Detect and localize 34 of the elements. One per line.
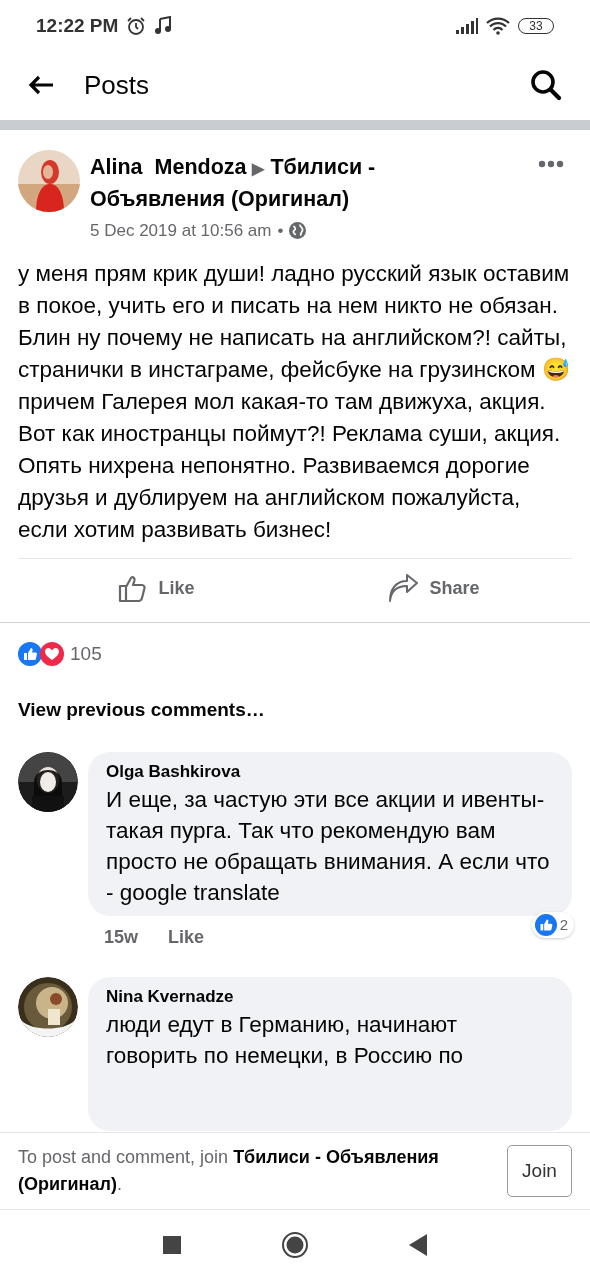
back-icon[interactable] bbox=[409, 1234, 427, 1256]
view-previous-comments-link[interactable]: View previous comments… bbox=[18, 698, 265, 720]
commenter-name[interactable]: Nina Kvernadze bbox=[106, 985, 554, 1009]
search-icon[interactable] bbox=[530, 69, 562, 101]
comment-time: 15w bbox=[104, 926, 139, 949]
like-reaction-icon bbox=[18, 642, 42, 666]
back-arrow-icon[interactable] bbox=[28, 75, 54, 95]
comment-text: И еще, за частую эти все акции и ивенты-такая пурга. Так что рекомендую вам просто не обращать внимания. А если что - google translate bbox=[106, 786, 551, 907]
wifi-icon bbox=[486, 17, 510, 35]
comment-reaction-badge[interactable]: 2 bbox=[531, 911, 574, 938]
status-time: 12:22 PM bbox=[36, 13, 119, 38]
like-button[interactable]: Like bbox=[18, 558, 295, 618]
separator-dot: • bbox=[277, 220, 284, 242]
like-reaction-icon bbox=[534, 913, 557, 936]
post-text: у меня прям крик души! ладно русский язык оставим в покое, учить его и писать на нем никто не обязан. Блин ну почему не написать на английском?! сайты, странички в инстаграме, фейсбуке на грузинском 😅 причем Галерея мол какая-то там движуха, акция. Вот как иностранцы поймут?! Реклама суши, акция. Опять нихрена непонятно. Развиваемся дорогие друзья и дублируем на английском пожалуйста, если хотим развивать бизнес! bbox=[17, 259, 571, 544]
thumbs-up-icon bbox=[118, 573, 149, 603]
share-button[interactable]: Share bbox=[295, 558, 572, 618]
love-reaction-icon bbox=[40, 642, 64, 666]
commenter-name[interactable]: Olga Bashkirova bbox=[106, 760, 554, 784]
alarm-icon bbox=[126, 16, 147, 36]
join-prompt-text: To post and comment, join Тбилиси - Объявления (Оригинал). bbox=[18, 1146, 440, 1196]
share-arrow-icon bbox=[387, 574, 420, 602]
comment-like-link[interactable]: Like bbox=[168, 924, 205, 951]
post-timestamp[interactable]: 5 Dec 2019 at 10:56 am bbox=[90, 218, 272, 244]
signal-icon bbox=[456, 18, 478, 34]
more-options-icon[interactable] bbox=[538, 160, 564, 168]
music-note-icon bbox=[154, 16, 173, 36]
page-title: Posts bbox=[84, 68, 150, 102]
comment-text: люди едут в Германию, начинают говорить по немецки, в Россию по bbox=[106, 1011, 465, 1070]
home-icon[interactable] bbox=[281, 1231, 309, 1259]
post-heading[interactable]: Alina Mendoza ▶ Тбилиси - Объявления (Оригинал) bbox=[90, 152, 410, 214]
reaction-count: 2 bbox=[559, 914, 569, 935]
join-button[interactable]: Join bbox=[507, 1145, 572, 1197]
reaction-count[interactable]: 105 bbox=[70, 639, 102, 669]
